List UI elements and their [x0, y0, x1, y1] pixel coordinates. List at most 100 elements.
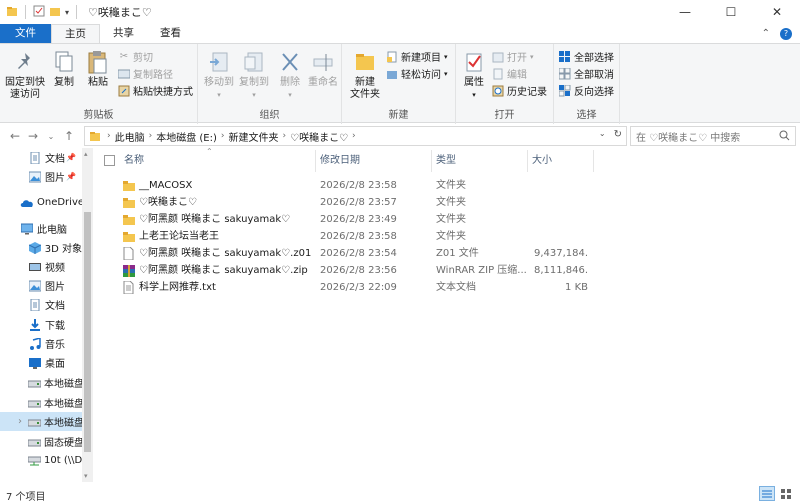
new-folder-button[interactable]: 新建 文件夹	[348, 49, 382, 101]
tab-home[interactable]: 主页	[51, 24, 100, 43]
file-name: ♡阿黑颜 咲龝まこ sakuyamak♡.z01	[139, 248, 312, 259]
new-folder-label: 新建 文件夹	[350, 77, 380, 100]
breadcrumb-current-folder[interactable]: ♡咲龝まこ♡	[290, 129, 348, 144]
expand-chevron-icon[interactable]: ›	[18, 416, 22, 427]
back-arrow-icon[interactable]: ←	[6, 129, 24, 143]
rename-button[interactable]: 重命名	[308, 49, 338, 89]
copy-path-button[interactable]: 复制路径	[118, 66, 173, 81]
sidebar-item-label: 本地磁盘	[44, 418, 82, 429]
navigation-bar: ← → ⌄ ↑ › 此电脑 › 本地磁盘 (E:) › 新建文件夹 › ♡咲龝ま…	[0, 125, 800, 147]
address-dropdown-icon[interactable]: ⌄	[599, 129, 606, 140]
select-all-button[interactable]: 全部选择	[559, 49, 614, 64]
tab-file[interactable]: 文件	[0, 24, 51, 43]
sidebar-item[interactable]: 下载	[0, 315, 82, 334]
select-all-checkbox[interactable]	[104, 155, 115, 166]
pin-quick-access-button[interactable]: 固定到快 速访问	[5, 49, 45, 101]
column-type[interactable]: 类型	[432, 150, 528, 172]
tab-share[interactable]: 共享	[100, 24, 147, 43]
cut-button[interactable]: ✂ 剪切	[118, 49, 153, 64]
sidebar-item[interactable]: 视频	[0, 257, 82, 276]
edit-button[interactable]: 编辑	[492, 66, 527, 81]
file-name: ♡阿黑颜 咲龝まこ sakuyamak♡	[139, 214, 291, 225]
select-none-button[interactable]: 全部取消	[559, 66, 614, 81]
sidebar-item[interactable]: 文档 📌	[0, 148, 82, 167]
properties-button[interactable]: 属性 ▾	[460, 49, 488, 101]
file-date: 2026/2/8 23:58	[320, 231, 397, 242]
file-row[interactable]: 科学上网推荐.txt 2026/2/3 22:09 文本文档 1 KB	[98, 279, 658, 296]
file-type: 文件夹	[436, 180, 466, 191]
column-name[interactable]: 名称	[120, 150, 316, 172]
sidebar-item[interactable]: OneDrive	[0, 193, 82, 212]
invert-selection-button[interactable]: 反向选择	[559, 83, 614, 98]
copy-to-button[interactable]: 复制到 ▾	[238, 49, 270, 101]
new-folder-icon[interactable]	[49, 5, 61, 20]
file-row[interactable]: ♡阿黑颜 咲龝まこ sakuyamak♡ 2026/2/8 23:49 文件夹	[98, 211, 658, 228]
new-item-button[interactable]: 新建项目 ▾	[386, 49, 448, 64]
select-group: 全部选择 全部取消 反向选择 选择	[554, 44, 620, 124]
tab-view[interactable]: 查看	[147, 24, 194, 43]
forward-arrow-icon[interactable]: →	[24, 129, 42, 143]
up-arrow-icon[interactable]: ↑	[60, 129, 78, 143]
sidebar-item[interactable]: 文档	[0, 295, 82, 314]
file-type: 文件夹	[436, 214, 466, 225]
maximize-button[interactable]: ☐	[708, 0, 754, 24]
help-icon[interactable]: ?	[780, 27, 792, 40]
minimize-button[interactable]: —	[662, 0, 708, 24]
file-name-cell: __MACOSX	[122, 177, 312, 194]
sidebar-item[interactable]: 本地磁盘	[0, 373, 82, 392]
sidebar-item[interactable]: 图片 📌	[0, 167, 82, 186]
sidebar-item[interactable]: 本地磁盘	[0, 393, 82, 412]
history-button[interactable]: 历史记录	[492, 83, 547, 98]
sidebar-item[interactable]: › 本地磁盘	[0, 412, 82, 431]
delete-button[interactable]: 删除 ▾	[278, 49, 302, 101]
drive-icon	[28, 396, 41, 410]
file-size: 8,111,846...	[534, 265, 588, 276]
collapse-ribbon-icon[interactable]: ⌃	[762, 28, 770, 39]
scissors-icon: ✂	[119, 51, 129, 62]
sidebar-item[interactable]: 音乐	[0, 334, 82, 353]
paste-shortcut-button[interactable]: 粘贴快捷方式	[118, 83, 193, 98]
clipboard-group-label: 剪贴板	[83, 110, 114, 121]
sidebar-scroll-thumb[interactable]	[84, 212, 91, 452]
address-bar[interactable]: › 此电脑 › 本地磁盘 (E:) › 新建文件夹 › ♡咲龝まこ♡ › ⌄ ↻	[84, 126, 627, 146]
refresh-icon[interactable]: ↻	[614, 129, 622, 140]
file-name: __MACOSX	[139, 180, 193, 191]
details-view-icon[interactable]	[759, 486, 775, 501]
sidebar-item[interactable]: 固态硬盘	[0, 432, 82, 451]
breadcrumb-this-pc[interactable]: 此电脑	[115, 129, 145, 144]
column-size[interactable]: 大小	[528, 150, 594, 172]
large-icons-view-icon[interactable]	[778, 486, 794, 501]
file-row[interactable]: ♡阿黑颜 咲龝まこ sakuyamak♡.zip 2026/2/8 23:56 Wi…	[98, 262, 658, 279]
breadcrumb-new-folder[interactable]: 新建文件夹	[229, 129, 279, 144]
cut-label: 剪切	[133, 53, 153, 64]
copy-to-label: 复制到	[239, 77, 269, 88]
file-row[interactable]: ♡咲龝まこ♡ 2026/2/8 23:57 文件夹	[98, 194, 658, 211]
sidebar-scrollbar[interactable]: ▴ ▾	[82, 148, 93, 482]
paste-button[interactable]: 粘贴	[84, 49, 112, 89]
scroll-down-icon[interactable]: ▾	[84, 472, 88, 480]
sidebar-item[interactable]: 3D 对象	[0, 238, 82, 257]
properties-icon[interactable]	[33, 5, 45, 20]
column-date[interactable]: 修改日期	[316, 150, 432, 172]
breadcrumb-drive-e[interactable]: 本地磁盘 (E:)	[156, 129, 217, 144]
search-box[interactable]: 在 ♡咲龝まこ♡ 中搜索	[630, 126, 796, 146]
easy-access-button[interactable]: 轻松访问 ▾	[386, 66, 448, 81]
sidebar-item[interactable]: 10t (\\D:	[0, 451, 82, 470]
sidebar-item[interactable]: 桌面	[0, 353, 82, 372]
move-to-button[interactable]: 移动到 ▾	[203, 49, 235, 101]
sidebar-item[interactable]: 此电脑	[0, 219, 82, 238]
customize-chevron-icon[interactable]: ▾	[65, 8, 69, 17]
scroll-up-icon[interactable]: ▴	[84, 150, 88, 158]
new-group-label: 新建	[388, 110, 409, 121]
file-row[interactable]: ♡阿黑颜 咲龝まこ sakuyamak♡.z01 2026/2/8 23:54 Z0…	[98, 245, 658, 262]
file-row[interactable]: __MACOSX 2026/2/8 23:58 文件夹	[98, 177, 658, 194]
copy-button[interactable]: 复制	[50, 49, 78, 89]
file-type: WinRAR ZIP 压缩...	[436, 265, 527, 276]
recent-chevron-icon[interactable]: ⌄	[42, 132, 60, 141]
open-button[interactable]: 打开 ▾	[492, 49, 534, 64]
file-row[interactable]: 上老王论坛当老王 2026/2/8 23:58 文件夹	[98, 228, 658, 245]
close-button[interactable]: ✕	[754, 0, 800, 24]
picture-icon	[28, 279, 42, 293]
navigation-pane: ▴ ▾ 文档 📌 图片 📌 OneDrive 此电脑 3D 对象 视频 图片 文档 下载 音乐 桌面 本地…	[0, 148, 95, 482]
sidebar-item[interactable]: 图片	[0, 276, 82, 295]
